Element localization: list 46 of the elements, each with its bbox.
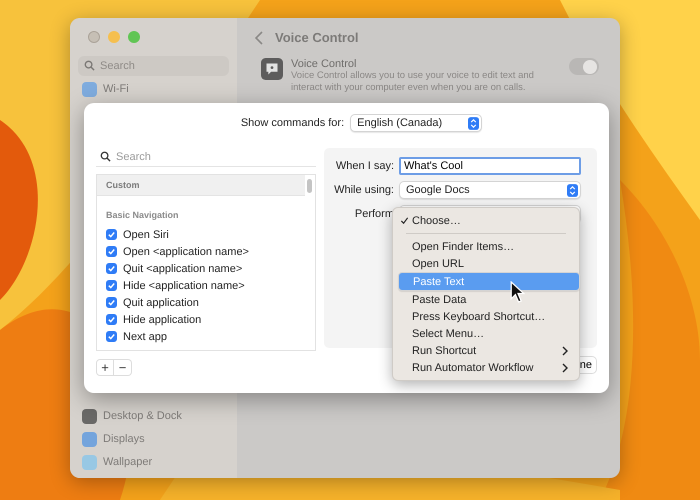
checkbox[interactable] (106, 280, 117, 291)
checkmark-icon (400, 216, 409, 225)
search-icon (84, 60, 95, 71)
menu-item[interactable]: Select Menu… (398, 325, 574, 342)
field-label: While using: (333, 184, 394, 196)
checkbox[interactable] (106, 246, 117, 257)
phrase-input[interactable]: What's Cool (399, 157, 581, 175)
checkbox[interactable] (106, 331, 117, 342)
command-label: Next app (123, 330, 168, 342)
add-button[interactable]: + (96, 359, 114, 376)
command-label: Hide application (123, 314, 202, 326)
back-icon[interactable] (255, 30, 263, 44)
menu-item[interactable]: Choose… (398, 212, 574, 229)
field-label: Show commands for: (240, 117, 344, 129)
command-label: Quit application (123, 296, 199, 308)
field-label: When I say: (334, 160, 394, 172)
stepper-icon (567, 184, 578, 196)
scrollbar-thumb[interactable] (307, 179, 312, 193)
command-label: Quit <application name> (123, 262, 242, 274)
app-select[interactable]: Google Docs (399, 181, 581, 199)
menu-item[interactable]: Run Shortcut (398, 342, 574, 359)
search-field[interactable]: Search (96, 148, 316, 166)
setting-description: Voice Control allows you to use your voice to edit text and interact with your computer even when you are on calls. (291, 70, 535, 94)
command-label: Open <application name> (123, 246, 249, 258)
command-label: Hide <application name> (123, 280, 245, 292)
toggle-switch[interactable] (569, 58, 599, 75)
setting-title: Voice Control (291, 58, 358, 70)
language-select[interactable]: English (Canada) (350, 114, 482, 132)
sidebar-search-field[interactable]: Search (78, 56, 229, 76)
menu-item[interactable]: Paste Data (398, 291, 574, 308)
checkbox[interactable] (106, 314, 117, 325)
menu-item[interactable]: Open Finder Items… (398, 238, 574, 255)
search-icon (100, 151, 111, 162)
checkbox[interactable] (106, 297, 117, 308)
section-header: Basic Navigation (105, 209, 180, 222)
command-label: Open Siri (123, 228, 169, 240)
checkbox[interactable] (106, 263, 117, 274)
menu-item[interactable]: Open URL (398, 255, 574, 272)
remove-button[interactable]: − (114, 359, 132, 376)
pointer-icon (510, 281, 525, 304)
checkbox[interactable] (106, 229, 117, 240)
stepper-icon (468, 116, 480, 130)
speech-bubble-icon (261, 58, 283, 80)
menu-item[interactable]: Press Keyboard Shortcut… (398, 308, 574, 325)
page-title: Voice Control (275, 30, 359, 45)
group-header[interactable]: Custom (97, 175, 305, 196)
